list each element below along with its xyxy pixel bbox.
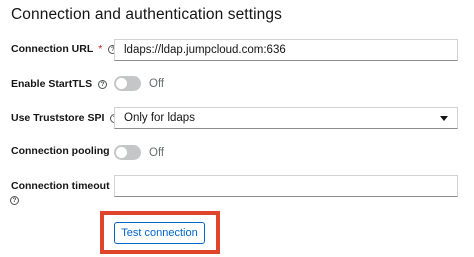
toggle-track[interactable] [114, 76, 141, 91]
test-connection-button[interactable]: Test connection [114, 222, 205, 244]
connection-url-label-row: Connection URL * ? [11, 43, 118, 55]
toggle-track[interactable] [114, 145, 141, 160]
connection-url-label: Connection URL [11, 43, 94, 55]
enable-starttls-label-row: Enable StartTLS ? [11, 78, 108, 90]
toggle-knob [116, 147, 127, 158]
connection-pooling-switch[interactable]: Off [114, 145, 164, 160]
connection-timeout-input[interactable] [114, 175, 458, 197]
connection-pooling-state: Off [149, 146, 165, 159]
connection-url-input[interactable]: ldaps://ldap.jumpcloud.com:636 [114, 39, 458, 61]
enable-starttls-label: Enable StartTLS [11, 78, 93, 90]
connection-timeout-label: Connection timeout [11, 180, 110, 192]
truststore-selected-value: Only for ldaps [124, 112, 195, 124]
truststore-select[interactable]: Only for ldaps [114, 107, 458, 129]
toggle-knob [116, 78, 127, 89]
truststore-label: Use Truststore SPI [11, 112, 105, 124]
truststore-label-row: Use Truststore SPI ? [11, 112, 120, 124]
help-circle-icon[interactable]: ? [98, 79, 108, 89]
required-marker: * [98, 43, 103, 55]
enable-starttls-switch[interactable]: Off [114, 76, 164, 91]
connection-url-value: ldaps://ldap.jumpcloud.com:636 [124, 44, 286, 56]
connection-pooling-label-row: Connection pooling ? [11, 145, 125, 157]
enable-starttls-state: Off [149, 77, 165, 90]
caret-down-icon [440, 115, 448, 121]
section-title: Connection and authentication settings [11, 6, 282, 23]
help-circle-icon[interactable]: ? [10, 196, 19, 205]
connection-pooling-label: Connection pooling [11, 145, 110, 157]
